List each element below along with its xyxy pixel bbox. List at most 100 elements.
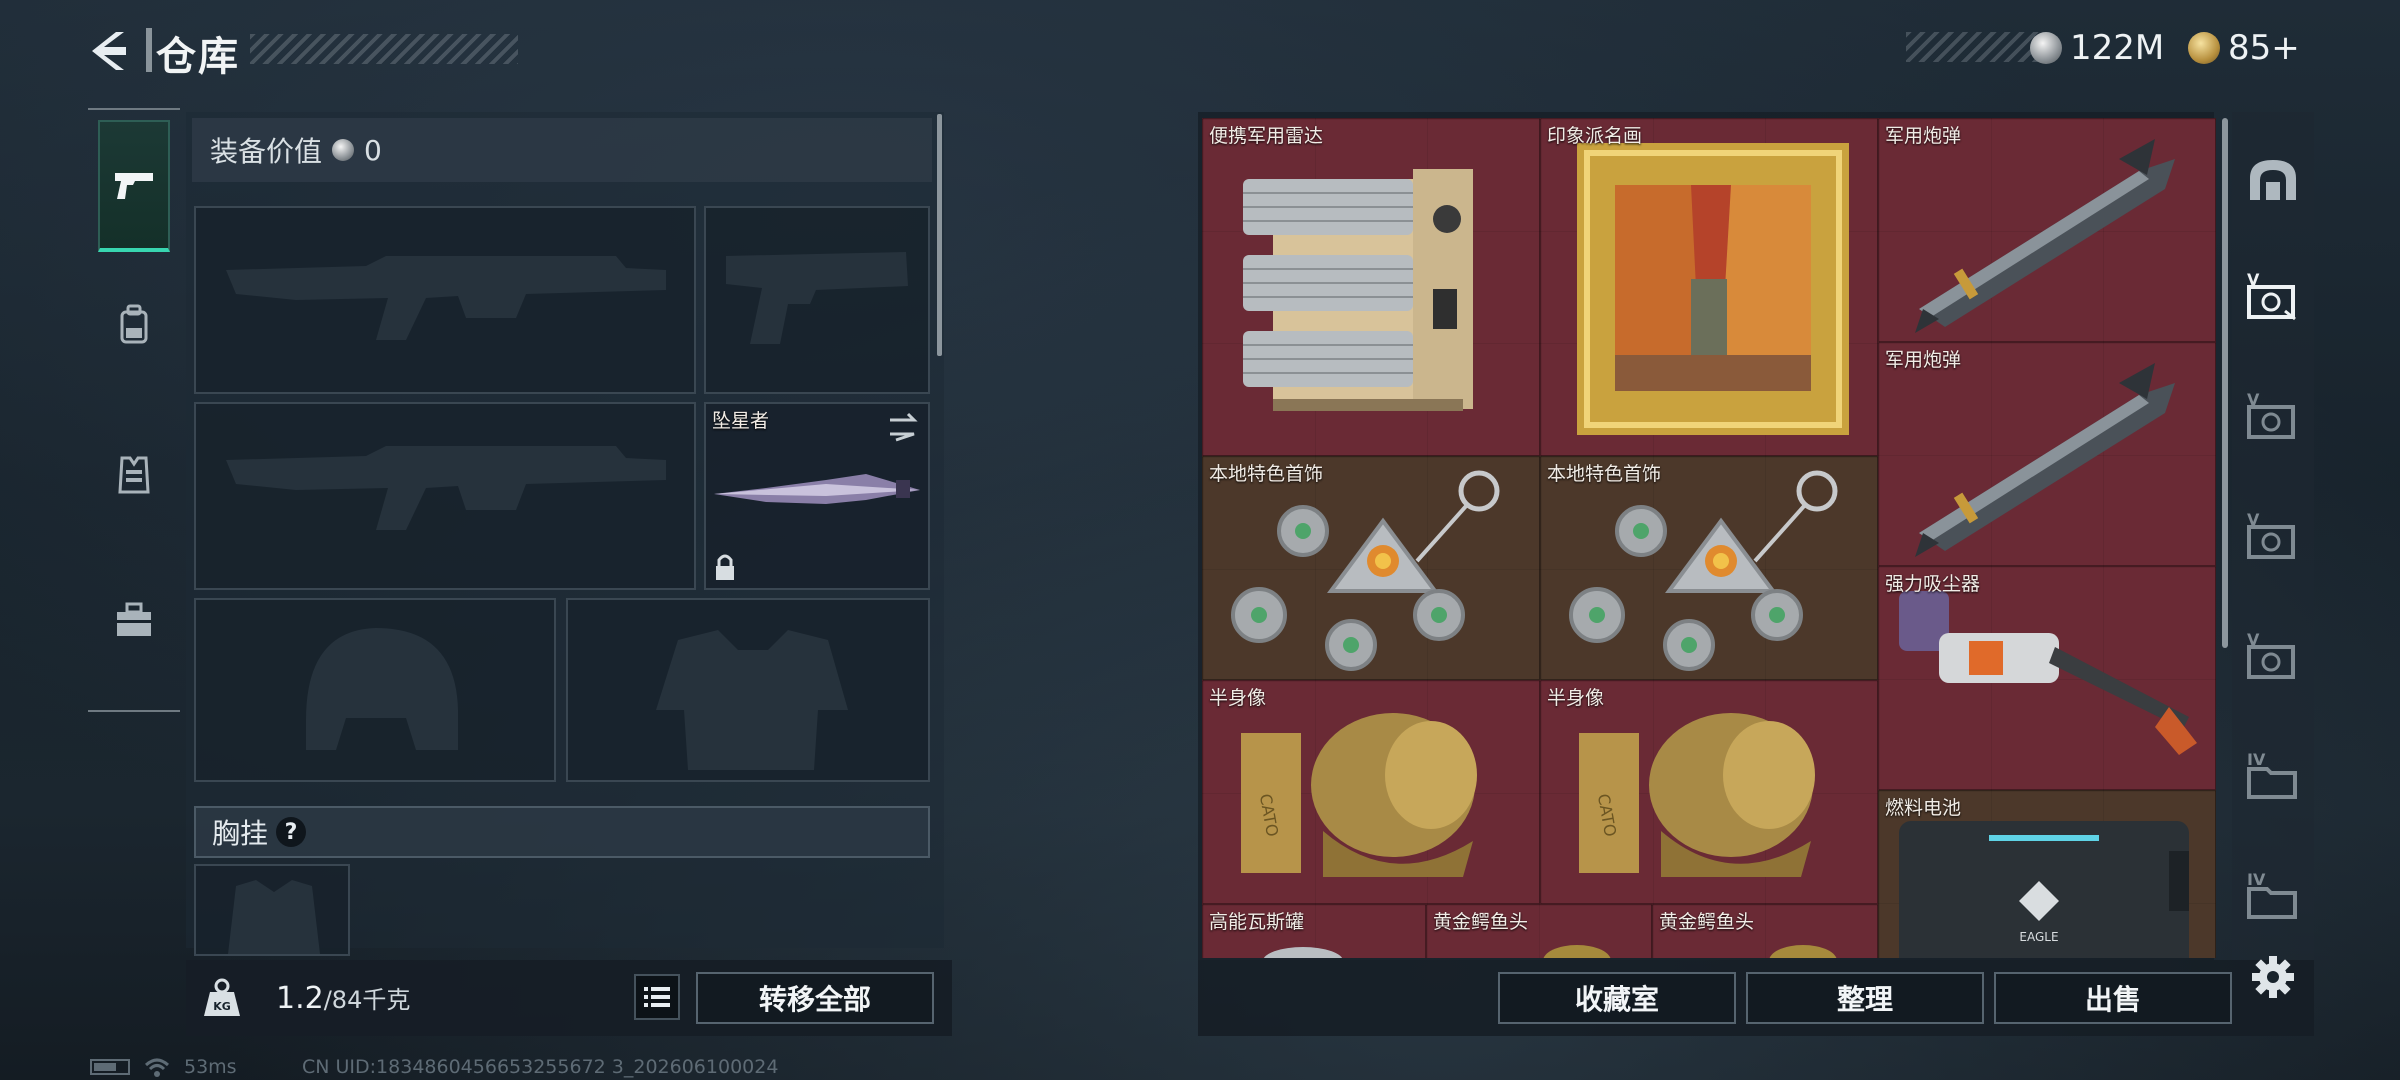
storage-item-gas-canister[interactable]: 高能瓦斯罐 <box>1202 904 1426 958</box>
melee-slot-label: 坠星者 <box>712 410 770 432</box>
melee-slot[interactable]: 坠星者 <box>704 402 930 590</box>
storage-box-icon: V <box>2247 270 2296 321</box>
weight-icon: KG <box>200 976 244 1020</box>
storage-item-gold-croc-head[interactable]: 黄金鳄鱼头 <box>1652 904 1878 958</box>
rail-item-backpack[interactable] <box>98 260 170 392</box>
sort-button[interactable]: 整理 <box>1746 972 1984 1024</box>
storage-tab-1[interactable]: V <box>2244 266 2302 324</box>
storage-item-jewelry[interactable]: 本地特色首饰 <box>1540 456 1878 680</box>
armor-slot[interactable] <box>566 598 930 782</box>
chest-rig-slot[interactable] <box>194 864 350 956</box>
chest-rig-label: 胸挂 <box>212 817 269 850</box>
armor-silhouette-icon <box>656 630 848 770</box>
storage-item-radar[interactable]: 便携军用雷达 <box>1202 118 1540 456</box>
storage-tab-label: IV <box>2247 870 2266 889</box>
storage-item-artillery-shell[interactable]: 军用炮弹 <box>1878 118 2216 342</box>
silver-coin-icon <box>2030 32 2062 64</box>
chest-rig-silhouette-icon <box>228 880 320 954</box>
page-title: 仓库 <box>156 34 240 80</box>
gold-coin-icon <box>2188 32 2220 64</box>
item-name: 燃料电池 <box>1885 797 1962 819</box>
rifle-silhouette-icon <box>226 256 666 340</box>
storage-box-icon: V <box>2247 510 2295 559</box>
weight-icon-text: KG <box>213 1000 231 1013</box>
storage-item-vacuum[interactable]: 强力吸尘器 <box>1878 566 2216 790</box>
storage-item-painting[interactable]: 印象派名画 <box>1540 118 1878 456</box>
storage-tab-vault[interactable] <box>2244 150 2302 208</box>
storage-scrollbar[interactable] <box>2222 118 2228 648</box>
storage-item-bust[interactable]: 半身像 CATO <box>1540 680 1878 904</box>
storage-tab-5[interactable]: IV <box>2244 746 2302 804</box>
storage-item-gold-croc-head[interactable]: 黄金鳄鱼头 <box>1426 904 1652 958</box>
back-button[interactable] <box>86 28 132 74</box>
jewelry-item-icon <box>1569 470 1838 671</box>
title-stripe-decoration <box>250 34 518 64</box>
painting-item-icon <box>1577 143 1849 435</box>
rail-item-weapons[interactable] <box>98 120 170 252</box>
silver-currency: 122M <box>2030 28 2164 68</box>
storage-tab-2[interactable]: V <box>2244 386 2302 444</box>
gear-icon <box>2252 956 2294 998</box>
chest-rig-header: 胸挂 ? <box>194 806 930 858</box>
list-view-button[interactable] <box>634 974 680 1020</box>
item-name: 黄金鳄鱼头 <box>1659 911 1755 933</box>
vacuum-item-icon <box>1899 591 2197 755</box>
bust-item-icon: CATO <box>1579 713 1815 877</box>
item-name: 半身像 <box>1209 687 1267 709</box>
carry-weight-current: 1.2 <box>276 981 324 1016</box>
back-arrow-icon <box>92 32 126 70</box>
storage-item-fuel-cell[interactable]: 燃料电池 EAGLE <box>1878 790 2216 958</box>
storage-tab-3[interactable]: V <box>2244 506 2302 564</box>
status-bar: 53ms <box>90 1056 237 1078</box>
currency-stripe-decoration <box>1906 32 2044 62</box>
backpack-icon <box>120 304 148 344</box>
storage-grid: 便携军用雷达 印象派名画 军用炮弹 军用炮弹 本地特色首饰 本地特色首饰 强力吸… <box>1202 118 2218 958</box>
rail-item-vest[interactable] <box>98 408 170 540</box>
item-name: 半身像 <box>1547 687 1605 709</box>
vault-arch-icon <box>2250 160 2296 200</box>
storage-tab-label: IV <box>2247 750 2266 769</box>
jewelry-item-icon <box>1231 470 1500 671</box>
storage-folder-icon: IV <box>2247 750 2297 799</box>
equipment-value-label: 装备价值 <box>210 135 323 168</box>
item-name: 军用炮弹 <box>1885 125 1962 147</box>
storage-tab-4[interactable]: V <box>2244 626 2302 684</box>
silver-currency-value: 122M <box>2070 28 2165 68</box>
primary-weapon-slot-2[interactable] <box>194 402 696 590</box>
item-name: 印象派名画 <box>1547 125 1643 147</box>
item-name: 黄金鳄鱼头 <box>1433 911 1529 933</box>
item-name: 军用炮弹 <box>1885 349 1962 371</box>
sell-button[interactable]: 出售 <box>1994 972 2232 1024</box>
secondary-weapon-slot[interactable] <box>704 206 930 394</box>
radar-item-icon <box>1243 169 1473 411</box>
artillery-shell-item-icon <box>1915 139 2175 333</box>
storage-item-bust[interactable]: 半身像 CATO <box>1202 680 1540 904</box>
title-separator <box>146 28 152 72</box>
carry-weight: 1.2/84千克 <box>276 980 410 1016</box>
primary-weapon-slot[interactable] <box>194 206 696 394</box>
category-rail <box>88 108 180 712</box>
storage-item-artillery-shell[interactable]: 军用炮弹 <box>1878 342 2216 566</box>
help-icon[interactable]: ? <box>276 817 307 847</box>
settings-button[interactable] <box>2250 954 2296 1000</box>
gold-currency: 85+ <box>2188 28 2300 68</box>
user-uid: CN UID:1834860456653255672 3_20260610002… <box>302 1056 779 1078</box>
storage-tab-6[interactable]: IV <box>2244 866 2302 924</box>
battery-icon <box>90 1059 130 1075</box>
transfer-all-button[interactable]: 转移全部 <box>696 972 934 1024</box>
rifle-silhouette-icon <box>226 446 666 530</box>
helmet-slot[interactable] <box>194 598 556 782</box>
pistol-silhouette-icon <box>726 252 908 344</box>
artillery-shell-item-icon <box>1915 363 2175 557</box>
vest-icon <box>118 456 150 494</box>
gold-currency-value: 85+ <box>2228 28 2300 68</box>
loadout-scrollbar[interactable] <box>937 114 942 356</box>
storage-item-jewelry[interactable]: 本地特色首饰 <box>1202 456 1540 680</box>
vault-button[interactable]: 收藏室 <box>1498 972 1736 1024</box>
item-name: 本地特色首饰 <box>1547 463 1662 485</box>
item-name: 强力吸尘器 <box>1885 573 1981 595</box>
fuel-cell-brand: EAGLE <box>2019 930 2058 944</box>
rail-item-toolbox[interactable] <box>98 554 170 686</box>
equipment-value: 0 <box>364 133 382 167</box>
item-name: 高能瓦斯罐 <box>1209 911 1305 933</box>
